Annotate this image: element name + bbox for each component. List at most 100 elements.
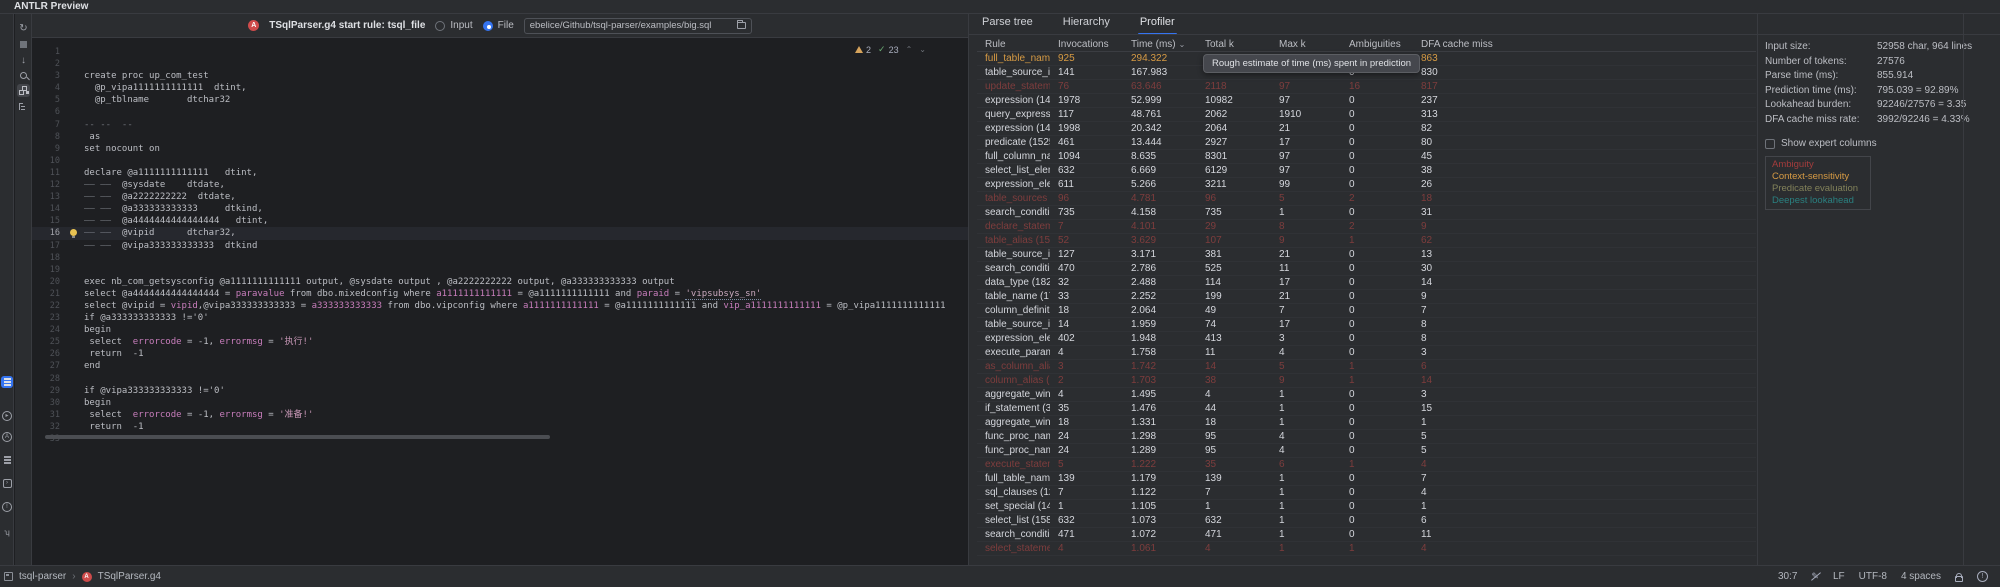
run-tool-button[interactable]: ▸ (1, 410, 13, 422)
preview-panel-toolbar: ↻ ↓ (15, 14, 32, 565)
tab-hierarchy[interactable]: Hierarchy (1061, 14, 1112, 34)
file-name[interactable]: TSqlParser.g4 (98, 571, 161, 582)
prev-issue-button[interactable]: ⌃ (906, 45, 913, 54)
table-row[interactable]: data_type (1829)322.48811417014 (977, 276, 1756, 290)
table-row[interactable]: search_condition (1517)4702.78652511030 (977, 262, 1756, 276)
table-row[interactable]: table_sources (1580)964.781965218 (977, 192, 1756, 206)
table-row[interactable]: select_list (1581)6321.073632106 (977, 514, 1756, 528)
column-header[interactable]: Rule (977, 38, 1050, 51)
line-number: 2 (32, 58, 66, 70)
table-row[interactable]: select_list_elem (1592)6326.669612997038 (977, 164, 1756, 178)
table-row[interactable]: expression_elem (1589)4021.948413308 (977, 332, 1756, 346)
tab-profiler[interactable]: Profiler (1138, 14, 1177, 34)
code-line: 11declare @a1111111111111 dtint, (32, 167, 968, 179)
line-ending[interactable]: LF (1833, 571, 1845, 582)
column-header[interactable]: Total k (1197, 38, 1271, 51)
breadcrumb: tsql-parser › A TSqlParser.g4 (0, 571, 161, 582)
profiler-table-body: full_table_name (1775)925294.3220863tabl… (977, 52, 1756, 556)
code-line: 31 select errorcode = -1, errormsg = '准备… (32, 409, 968, 421)
indent-setting[interactable]: 4 spaces (1901, 571, 1941, 582)
column-header[interactable]: Time (ms)⌄ (1123, 38, 1197, 51)
line-number: 28 (32, 373, 66, 385)
table-row[interactable]: predicate (1525)46113.444292717080 (977, 136, 1756, 150)
expert-columns-option[interactable]: Show expert columns (1765, 138, 1877, 149)
encoding[interactable]: UTF-8 (1859, 571, 1887, 582)
checkbox-icon[interactable] (1765, 139, 1775, 149)
refresh-button[interactable]: ↻ (17, 22, 30, 35)
table-row[interactable]: search_condition (1519)7354.1587351031 (977, 206, 1756, 220)
profiler-table-header: RuleInvocationsTime (ms)⌄Total kMax kAmb… (977, 38, 1756, 52)
run-icon: ▸ (2, 411, 12, 421)
horizontal-scrollbar[interactable] (45, 435, 550, 439)
table-row[interactable]: sql_clauses (12)71.1227104 (977, 486, 1756, 500)
table-row[interactable]: table_source_item (15...141.959741708 (977, 318, 1756, 332)
table-row[interactable]: table_source_item (15...1273.17138121013 (977, 248, 1756, 262)
stat-row: Input size:52958 char, 964 lines (1765, 40, 1985, 55)
next-issue-button[interactable]: ⌄ (919, 45, 926, 54)
table-row[interactable]: table_name (1777)332.2521992109 (977, 290, 1756, 304)
profiler-view-button[interactable] (17, 84, 30, 97)
column-header[interactable]: Invocations (1050, 38, 1123, 51)
table-row[interactable]: aggregate_windowed...41.4954103 (977, 388, 1756, 402)
table-row[interactable]: select_statement (14...41.0614114 (977, 542, 1756, 556)
antlr-preview-tool-button[interactable] (1, 376, 13, 388)
table-row[interactable]: if_statement (31)351.476441015 (977, 402, 1756, 416)
scroll-to-source-button[interactable]: ↓ (17, 54, 30, 67)
line-number: 27 (32, 360, 66, 372)
line-number: 12 (32, 179, 66, 191)
services-tool-button[interactable] (1, 454, 13, 466)
line-number: 21 (32, 288, 66, 300)
inspections-widget[interactable]: 2 ✓23 ⌃ ⌄ (855, 44, 926, 55)
project-name[interactable]: tsql-parser (19, 571, 66, 582)
tab-parse-tree[interactable]: Parse tree (980, 14, 1035, 34)
code-editor[interactable]: 1 2 3create proc up_com_test4 @p_vipa111… (32, 38, 968, 565)
terminal-tool-button[interactable]: › (1, 477, 13, 489)
table-row[interactable]: execute_statement (7...51.22235614 (977, 458, 1756, 472)
table-row[interactable]: expression (1498)199820.342206421082 (977, 122, 1756, 136)
table-row[interactable]: expression_elem (1590)6115.266321199026 (977, 178, 1756, 192)
code-line: 2 (32, 58, 968, 70)
lock-icon[interactable] (1955, 576, 1963, 582)
file-radio-label: File (498, 20, 514, 31)
column-header[interactable]: DFA cache miss (1413, 38, 1756, 51)
intention-bulb-icon[interactable] (70, 229, 77, 236)
table-row[interactable]: declare_statement (8...74.10129829 (977, 220, 1756, 234)
table-row[interactable]: expression (1495)197852.99910982970237 (977, 94, 1756, 108)
table-row[interactable]: update_statement (9...7663.6462118971681… (977, 80, 1756, 94)
search-button[interactable] (17, 69, 30, 82)
file-path-input[interactable]: ebelice/Github/tsql-parser/examples/big.… (524, 18, 752, 34)
stop-button[interactable] (17, 38, 30, 51)
legend-item: Context-sensitivity (1772, 171, 1864, 183)
table-row[interactable]: func_proc_name_serv...241.28995405 (977, 444, 1756, 458)
table-row[interactable]: as_column_alias (16...31.74214516 (977, 360, 1756, 374)
column-header[interactable]: Ambiguities (1341, 38, 1413, 51)
problems-tool-button[interactable]: ! (1, 501, 13, 513)
table-row[interactable]: query_expression (1527)11748.76120621910… (977, 108, 1756, 122)
code-line: 6 (32, 106, 968, 118)
legend-item: Deepest lookahead (1772, 195, 1864, 207)
column-header[interactable]: Max k (1271, 38, 1341, 51)
table-row[interactable]: search_condition (1516)4711.0724711011 (977, 528, 1756, 542)
table-row[interactable]: column_alias (1602)21.703389114 (977, 374, 1756, 388)
hierarchy-view-button[interactable] (17, 100, 30, 113)
table-row[interactable]: set_special (1485)11.1051101 (977, 500, 1756, 514)
table-row[interactable]: func_proc_name_data...241.29895405 (977, 430, 1756, 444)
readonly-pen-icon[interactable]: ✎ (1811, 571, 1819, 582)
file-radio[interactable]: File (483, 20, 514, 31)
folder-icon[interactable] (737, 22, 746, 29)
table-row[interactable]: full_column_name (17...10948.63583019704… (977, 150, 1756, 164)
table-row[interactable]: table_alias (1598)523.6291079162 (977, 234, 1756, 248)
vcs-tool-button[interactable]: ʮ (1, 526, 13, 538)
table-row[interactable]: full_table_name (1773)1391.179139107 (977, 472, 1756, 486)
code-line: 24begin (32, 324, 968, 336)
input-radio[interactable]: Input (435, 20, 472, 31)
tooltip-text: Rough estimate of time (ms) spent in pre… (1212, 58, 1411, 69)
notifications-icon[interactable]: ! (1977, 571, 1988, 582)
left-tool-stripe: ▸ A › ! ʮ (0, 14, 14, 565)
table-row[interactable]: execute_parameter (1...41.75811403 (977, 346, 1756, 360)
antlr-tool-button[interactable]: A (1, 431, 13, 443)
table-row[interactable]: column_definition (1421)182.06449707 (977, 304, 1756, 318)
caret-position[interactable]: 30:7 (1778, 571, 1797, 582)
code-line: 29if @vipa333333333333 !='0' (32, 385, 968, 397)
table-row[interactable]: aggregate_windowed...181.33118101 (977, 416, 1756, 430)
